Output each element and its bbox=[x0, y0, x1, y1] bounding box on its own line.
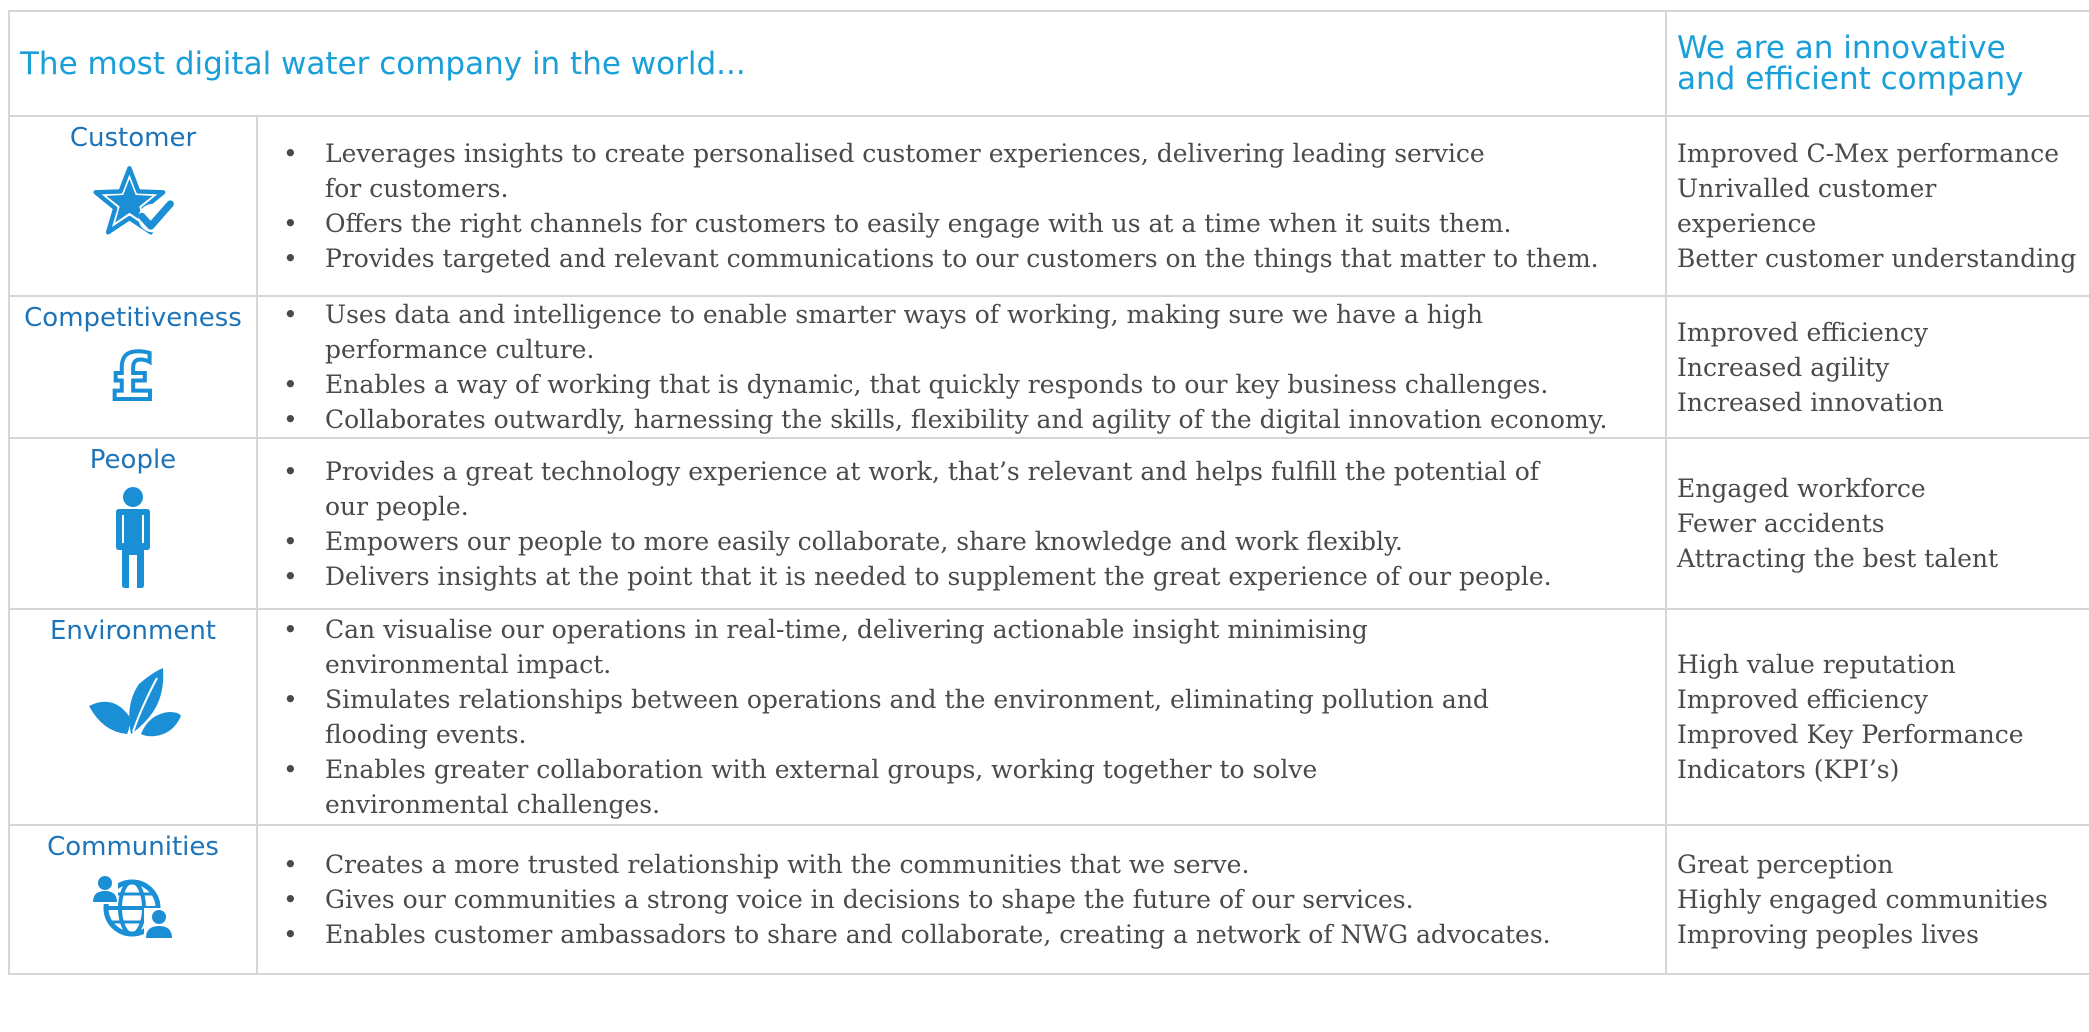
bullet-list: Provides a great technology experience a… bbox=[280, 454, 1659, 594]
list-item: Gives our communities a strong voice in … bbox=[280, 882, 1659, 917]
outcome-item: Unrivalled customer bbox=[1677, 174, 1937, 203]
outcomes-cell: Improved C-Mex performance Unrivalled cu… bbox=[1665, 115, 2089, 297]
description-cell: Uses data and intelligence to enable sma… bbox=[255, 295, 1668, 439]
bullet-list: Leverages insights to create personalise… bbox=[280, 136, 1659, 276]
table-row: Environment Can visualise our operations… bbox=[8, 608, 2089, 826]
outcome-item: Indicators (KPI’s) bbox=[1677, 755, 1900, 784]
table-row: Communities Creates a more trusted relat… bbox=[8, 824, 2089, 975]
table-row: Customer Leverages insights to create pe… bbox=[8, 115, 2089, 297]
outcome-item: experience bbox=[1677, 209, 1817, 238]
outcome-item: Fewer accidents bbox=[1677, 509, 1885, 538]
outcome-item: Attracting the best talent bbox=[1677, 544, 1999, 573]
outcome-item: High value reputation bbox=[1677, 650, 1956, 679]
outcome-item: Improved efficiency bbox=[1677, 317, 1929, 347]
list-item: Can visualise our operations in real-tim… bbox=[280, 612, 1659, 647]
right-title-line2: and efficient company bbox=[1677, 60, 2024, 97]
person-icon bbox=[116, 487, 150, 588]
table-row: Competitiveness £ Uses data and intellig… bbox=[8, 295, 2089, 439]
list-item: Provides a great technology experience a… bbox=[280, 454, 1659, 489]
list-item: Simulates relationships between operatio… bbox=[280, 682, 1659, 717]
right-title: We are an innovative and efficient compa… bbox=[1665, 10, 2089, 117]
category-cell: Competitiveness £ bbox=[8, 295, 258, 439]
list-item: Empowers our people to more easily colla… bbox=[280, 524, 1659, 559]
list-item: Collaborates outwardly, harnessing the s… bbox=[280, 402, 1659, 437]
outcome-item: Improved Key Performance bbox=[1677, 720, 2024, 749]
category-cell: Customer bbox=[8, 115, 258, 297]
globe-people-icon bbox=[92, 876, 174, 940]
list-item-continuation: for customers. bbox=[325, 174, 509, 203]
category-name: Environment bbox=[49, 616, 217, 646]
outcome-item: Increased agility bbox=[1677, 352, 1890, 382]
table-row: People Provides a great technology exper… bbox=[8, 437, 2089, 610]
list-item: Delivers insights at the point that it i… bbox=[280, 559, 1659, 594]
outcome-item: Improved efficiency bbox=[1677, 685, 1929, 714]
left-title: The most digital water company in the wo… bbox=[7, 10, 1668, 117]
list-item: Enables greater collaboration with exter… bbox=[280, 752, 1659, 787]
list-item-continuation: environmental impact. bbox=[325, 650, 612, 679]
outcome-item: Highly engaged communities bbox=[1677, 885, 2048, 914]
description-cell: Can visualise our operations in real-tim… bbox=[255, 608, 1668, 826]
category-cell: People bbox=[8, 437, 258, 610]
category-name: Communities bbox=[47, 832, 219, 862]
outcome-item: Better customer understanding bbox=[1677, 244, 2077, 273]
list-item: Enables a way of working that is dynamic… bbox=[280, 367, 1659, 402]
outcomes-cell: Improved efficiency Increased agility In… bbox=[1665, 295, 2089, 439]
list-item: Offers the right channels for customers … bbox=[280, 206, 1659, 241]
outcomes-cell: High value reputation Improved efficienc… bbox=[1665, 608, 2089, 826]
list-item: Enables customer ambassadors to share an… bbox=[280, 917, 1659, 952]
outcome-item: Engaged workforce bbox=[1677, 474, 1926, 503]
outcome-item: Improved C-Mex performance bbox=[1677, 139, 2059, 168]
outcome-item: Improving peoples lives bbox=[1677, 920, 1979, 949]
bullet-list: Can visualise our operations in real-tim… bbox=[280, 612, 1659, 822]
outcome-item: Increased innovation bbox=[1677, 387, 1944, 417]
svg-text:£: £ bbox=[111, 343, 156, 409]
description-cell: Creates a more trusted relationship with… bbox=[255, 824, 1668, 975]
leaves-icon bbox=[89, 668, 181, 737]
list-item: Provides targeted and relevant communica… bbox=[280, 241, 1659, 276]
list-item: Uses data and intelligence to enable sma… bbox=[280, 297, 1659, 332]
outcome-item: Great perception bbox=[1677, 850, 1894, 879]
category-cell: Communities bbox=[8, 824, 258, 975]
list-item: Leverages insights to create personalise… bbox=[280, 136, 1659, 171]
list-item-continuation: flooding events. bbox=[325, 720, 527, 749]
category-name: Customer bbox=[69, 123, 197, 153]
list-item-continuation: environmental challenges. bbox=[325, 790, 661, 819]
bullet-list: Creates a more trusted relationship with… bbox=[280, 847, 1659, 952]
list-item: Creates a more trusted relationship with… bbox=[280, 847, 1659, 882]
header-row: The most digital water company in the wo… bbox=[7, 10, 2089, 117]
list-item-continuation: our people. bbox=[325, 491, 469, 521]
outcomes-cell: Great perception Highly engaged communit… bbox=[1665, 824, 2089, 975]
star-check-icon bbox=[93, 166, 174, 235]
outcomes-cell: Engaged workforce Fewer accidents Attrac… bbox=[1665, 437, 2089, 610]
list-item-continuation: performance culture. bbox=[325, 335, 595, 364]
category-cell: Environment bbox=[8, 608, 258, 826]
description-cell: Provides a great technology experience a… bbox=[255, 437, 1668, 610]
category-name: People bbox=[89, 445, 177, 475]
category-name: Competitiveness bbox=[24, 303, 242, 333]
pound-icon: £ bbox=[109, 343, 158, 409]
digital-strategy-table: The most digital water company in the wo… bbox=[7, 10, 2089, 975]
bullet-list: Uses data and intelligence to enable sma… bbox=[280, 297, 1659, 437]
description-cell: Leverages insights to create personalise… bbox=[255, 115, 1668, 297]
